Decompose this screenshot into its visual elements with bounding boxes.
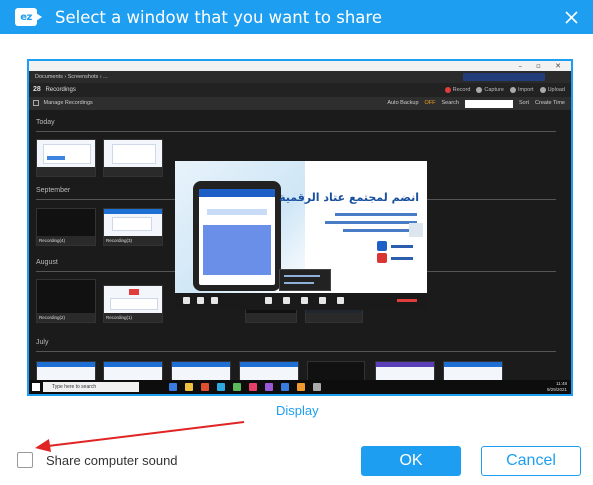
chevron-icon	[409, 223, 423, 237]
preview-titlebar: – ▫ ✕	[29, 61, 571, 71]
display-label: Display	[276, 403, 319, 418]
preview-thumb: Recording(3)	[103, 208, 163, 246]
preview-path-text: Documents › Screenshots › ...	[35, 74, 108, 80]
preview-sort-value: Create Time	[535, 100, 565, 106]
preview-auto-backup-value: OFF	[424, 100, 436, 106]
view-icon	[319, 297, 326, 304]
preview-thumb: Recording(2)	[36, 279, 96, 323]
preview-taskbar-clock: 11:48 9/29/2021	[546, 381, 567, 392]
share-sound-label: Share computer sound	[46, 452, 178, 468]
preview-meeting-controls	[175, 293, 427, 310]
preview-thumb	[36, 139, 96, 177]
preview-section-september: September	[36, 187, 71, 194]
preview-context-menu	[279, 269, 331, 291]
cancel-button[interactable]: Cancel	[481, 446, 581, 476]
preview-actions: Record Capture Import Upload	[444, 83, 565, 97]
preview-action-import: Import	[509, 83, 534, 97]
ok-button[interactable]: OK	[361, 446, 461, 476]
share-window-dialog: ez Select a window that you want to shar…	[0, 0, 593, 485]
share-sound-option[interactable]: Share computer sound	[17, 452, 178, 468]
preview-overlay-headline: انضم لمجتمع عتاد الرقمية	[279, 191, 419, 204]
video-icon	[197, 297, 204, 304]
chat-icon	[301, 297, 308, 304]
logo-icon	[377, 241, 387, 251]
phone-illustration	[193, 181, 281, 291]
preview-thumb	[307, 361, 365, 381]
preview-header: 28 Recordings Record Capture Import Uplo…	[29, 83, 571, 97]
preview-recording-count: 28	[33, 86, 41, 93]
taskbar-app-icon	[313, 383, 321, 391]
taskbar-app-icon	[201, 383, 209, 391]
windows-start-icon	[32, 383, 40, 391]
preview-section-today: Today	[36, 119, 55, 126]
preview-thumb	[103, 139, 163, 177]
participants-icon	[183, 297, 190, 304]
preview-action-capture: Capture	[476, 83, 504, 97]
preview-action-record: Record	[444, 83, 470, 97]
preview-taskbar-search: Type here to search	[43, 382, 139, 392]
close-icon	[564, 10, 578, 24]
preview-thumb	[36, 361, 96, 381]
preview-account-badge	[463, 73, 545, 81]
preview-thumb: Recording(1)	[103, 285, 163, 323]
taskbar-app-icon	[169, 383, 177, 391]
youtube-icon	[377, 253, 387, 263]
preview-thumb	[103, 361, 163, 381]
preview-recording-label: Recordings	[45, 87, 76, 93]
dialog-title: Select a window that you want to share	[55, 7, 382, 27]
record-icon	[265, 297, 272, 304]
app-logo-icon: ez	[15, 8, 42, 26]
preview-taskbar: Type here to search 11:48 9/29/2021	[29, 380, 571, 394]
mic-icon	[211, 297, 218, 304]
title-bar: ez Select a window that you want to shar…	[0, 0, 593, 34]
preview-path-bar: Documents › Screenshots › ...	[29, 71, 571, 83]
preview-window-controls: – ▫ ✕	[518, 62, 567, 70]
preview-divider	[36, 351, 556, 352]
preview-thumb: Recording(4)	[36, 208, 96, 246]
preview-manage-checkbox	[33, 99, 39, 106]
display-preview[interactable]: – ▫ ✕ Documents › Screenshots › ... 28 R…	[27, 59, 573, 396]
preview-toolbar-right: Auto Backup OFF Search Sort Create Time	[387, 97, 565, 110]
preview-section-august: August	[36, 259, 58, 266]
taskbar-app-icon	[233, 383, 241, 391]
share-icon	[283, 297, 290, 304]
preview-auto-backup-label: Auto Backup	[387, 100, 419, 106]
preview-thumb	[239, 361, 299, 381]
preview-section-july: July	[36, 339, 49, 346]
taskbar-app-icon	[249, 383, 257, 391]
share-sound-checkbox[interactable]	[17, 452, 33, 468]
taskbar-app-icon	[281, 383, 289, 391]
more-icon	[337, 297, 344, 304]
preview-action-upload: Upload	[539, 83, 565, 97]
end-meeting-indicator	[397, 299, 417, 302]
taskbar-app-icon	[297, 383, 305, 391]
preview-search-label: Search	[441, 100, 459, 106]
preview-sort-label: Sort	[518, 100, 530, 106]
preview-thumb	[171, 361, 231, 381]
preview-thumb	[443, 361, 503, 381]
preview-meeting-window: انضم لمجتمع عتاد الرقمية	[175, 154, 427, 310]
preview-thumb	[375, 361, 435, 381]
taskbar-app-icon	[265, 383, 273, 391]
folder-icon	[185, 383, 193, 391]
taskbar-app-icon	[217, 383, 225, 391]
preview-search-box	[464, 99, 513, 108]
preview-manage-label: Manage Recordings	[43, 100, 93, 106]
close-button[interactable]	[561, 7, 581, 27]
preview-divider	[36, 131, 556, 132]
preview-toolbar: Manage Recordings Auto Backup OFF Search…	[29, 97, 571, 110]
